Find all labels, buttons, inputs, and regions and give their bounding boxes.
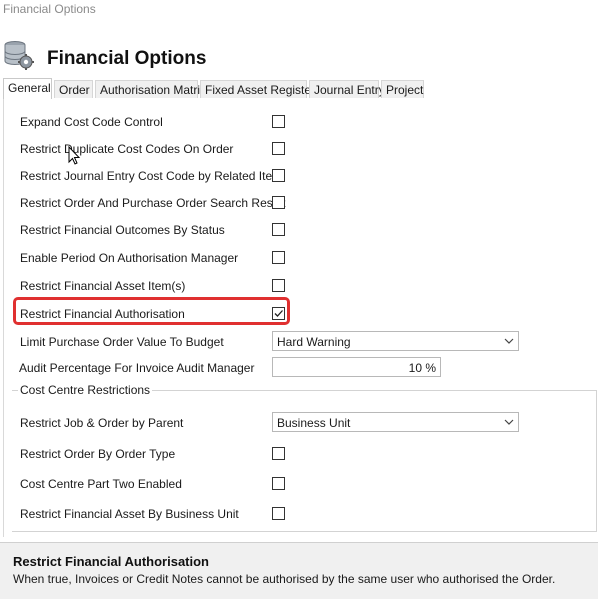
option-row: Enable Period On Authorisation Manager	[4, 248, 594, 268]
tab-strip: General Order Authorisation Matrix Fixed…	[3, 78, 593, 100]
option-row: Restrict Financial Outcomes By Status	[4, 220, 594, 240]
tab-journal-entry[interactable]: Journal Entry	[309, 80, 385, 98]
tab-authorisation-matrix[interactable]: Authorisation Matrix	[95, 80, 206, 98]
chevron-down-icon	[504, 419, 514, 425]
tab-project[interactable]: Project	[381, 80, 424, 98]
option-label: Restrict Duplicate Cost Codes On Order	[20, 142, 234, 156]
tab-fixed-asset-register[interactable]: Fixed Asset Register	[200, 80, 315, 98]
limit-po-select[interactable]: Hard Warning	[272, 331, 519, 351]
mouse-cursor-icon	[68, 146, 81, 165]
page-header: Financial Options	[0, 30, 598, 78]
option-checkbox[interactable]	[272, 507, 285, 520]
input-value: 10 %	[408, 361, 436, 375]
page-title: Financial Options	[47, 48, 207, 69]
highlight-box	[13, 297, 290, 325]
option-checkbox[interactable]	[272, 142, 285, 155]
option-row: Restrict Order By Order Type	[4, 444, 594, 464]
audit-pct-input[interactable]: 10 %	[272, 357, 441, 377]
option-label: Enable Period On Authorisation Manager	[20, 251, 239, 265]
option-checkbox[interactable]	[272, 115, 285, 128]
help-panel: Restrict Financial Authorisation When tr…	[0, 542, 598, 599]
option-label: Restrict Financial Asset By Business Uni…	[20, 507, 239, 521]
option-label: Expand Cost Code Control	[20, 115, 163, 129]
job-order-parent-select[interactable]: Business Unit	[272, 412, 519, 432]
option-label: Restrict Financial Outcomes By Status	[20, 223, 225, 237]
tab-order[interactable]: Order	[54, 80, 93, 98]
audit-pct-label: Audit Percentage For Invoice Audit Manag…	[19, 361, 255, 375]
cost-centre-group-title: Cost Centre Restrictions	[18, 383, 153, 397]
database-gear-icon	[4, 41, 34, 70]
option-checkbox[interactable]	[272, 223, 285, 236]
option-checkbox[interactable]	[272, 477, 285, 490]
window-title: Financial Options	[3, 2, 96, 16]
tab-general[interactable]: General	[3, 78, 52, 99]
option-checkbox[interactable]	[272, 447, 285, 460]
option-row: Restrict Order And Purchase Order Search…	[4, 193, 594, 213]
option-row: Restrict Duplicate Cost Codes On Order	[4, 139, 594, 159]
help-description: When true, Invoices or Credit Notes cann…	[13, 572, 556, 586]
option-row: Restrict Financial Asset Item(s)	[4, 276, 594, 296]
option-checkbox[interactable]	[272, 169, 285, 182]
option-row: Expand Cost Code Control	[4, 112, 594, 132]
limit-po-label: Limit Purchase Order Value To Budget	[20, 335, 224, 349]
option-checkbox[interactable]	[272, 251, 285, 264]
option-label: Restrict Journal Entry Cost Code by Rela…	[20, 169, 283, 183]
window-titlebar: Financial Options	[0, 0, 598, 22]
option-label: Restrict Order And Purchase Order Search…	[20, 196, 286, 210]
limit-po-row: Limit Purchase Order Value To Budget Har…	[4, 331, 594, 352]
option-label: Restrict Financial Asset Item(s)	[20, 279, 186, 293]
job-order-parent-row: Restrict Job & Order by Parent Business …	[4, 412, 594, 433]
option-row: Cost Centre Part Two Enabled	[4, 474, 594, 494]
job-order-parent-label: Restrict Job & Order by Parent	[20, 416, 184, 430]
help-title: Restrict Financial Authorisation	[13, 554, 209, 569]
option-row: Restrict Financial Asset By Business Uni…	[4, 504, 594, 524]
select-value: Hard Warning	[277, 335, 351, 349]
option-label: Cost Centre Part Two Enabled	[20, 477, 182, 491]
general-tab-panel: Expand Cost Code Control Restrict Duplic…	[3, 99, 598, 537]
option-label: Restrict Order By Order Type	[20, 447, 176, 461]
audit-pct-row: Audit Percentage For Invoice Audit Manag…	[4, 357, 594, 378]
chevron-down-icon	[504, 338, 514, 344]
select-value: Business Unit	[277, 416, 351, 430]
option-row: Restrict Journal Entry Cost Code by Rela…	[4, 166, 594, 186]
option-checkbox[interactable]	[272, 279, 285, 292]
option-checkbox[interactable]	[272, 196, 285, 209]
